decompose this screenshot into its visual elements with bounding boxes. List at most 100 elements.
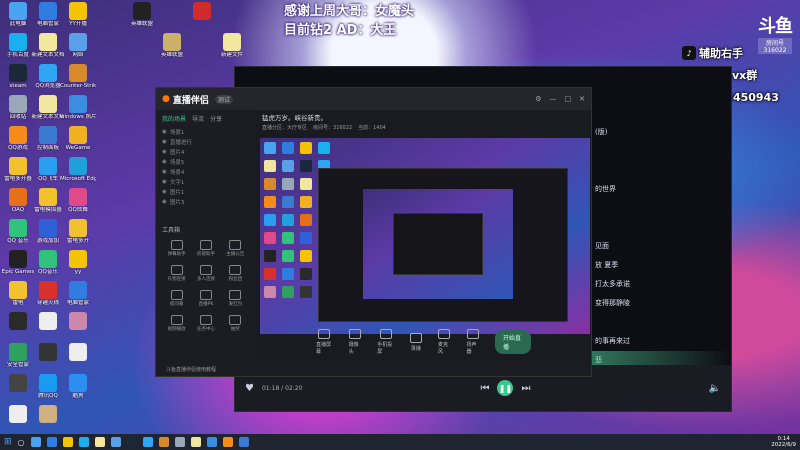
taskbar-app-icon[interactable]: [78, 437, 89, 447]
taskbar-app-icon[interactable]: [238, 437, 249, 447]
tool-item[interactable]: 直播PK: [191, 290, 220, 307]
meta-item: 房间号：316022: [313, 125, 353, 131]
tool-item[interactable]: 提问箱: [162, 290, 191, 307]
source-label: 录播: [410, 345, 421, 352]
scene-label: 图片3: [169, 200, 185, 206]
eye-icon[interactable]: ◉: [162, 129, 167, 135]
source-button[interactable]: 扬声器: [466, 329, 479, 355]
preview-icon: [300, 178, 312, 190]
tool-item[interactable]: 抽奖: [221, 315, 250, 332]
banner-line1: 感谢上周大哥：女魔头: [284, 4, 415, 19]
app-icon: [9, 343, 27, 361]
tool-item[interactable]: 主播公告: [221, 240, 250, 257]
app-icon: [39, 188, 57, 206]
scene-item[interactable]: ◉ 图片4: [162, 147, 250, 157]
app-icon: [69, 2, 87, 20]
taskbar-app-icon[interactable]: [174, 437, 185, 447]
close-icon[interactable]: ✕: [579, 95, 585, 103]
tool-item[interactable]: 发红包: [221, 290, 250, 307]
source-button[interactable]: 手机投屏: [377, 329, 394, 355]
app-icon: [69, 157, 87, 175]
taskbar-app-icon[interactable]: [110, 437, 121, 447]
start-stream-button[interactable]: 开始直播: [495, 330, 532, 354]
tool-item[interactable]: 视频播放: [162, 315, 191, 332]
scene-label: 直播进行: [169, 140, 192, 146]
tab-share[interactable]: 分享: [210, 114, 222, 123]
source-button[interactable]: 麦克风: [438, 329, 451, 355]
stream-preview[interactable]: [260, 138, 590, 334]
desktop-icon-label: WeGame: [65, 145, 91, 151]
tool-label: 发红包: [228, 302, 243, 307]
tab-scenes[interactable]: 我的场景: [162, 114, 186, 123]
tool-item[interactable]: 房管助手: [191, 240, 220, 257]
desktop-icon-label: 酷狗: [72, 393, 84, 399]
settings-icon[interactable]: ⚙: [535, 95, 541, 103]
tool-icon: [170, 315, 183, 325]
taskbar-app-icon[interactable]: [158, 437, 169, 447]
eye-icon[interactable]: ◉: [162, 149, 167, 155]
volume-icon[interactable]: 🔈: [709, 383, 721, 394]
app-brand: ● 直播伴侣: [162, 93, 209, 106]
tool-icon: [170, 240, 183, 250]
source-button[interactable]: 录播: [409, 332, 422, 352]
taskbar-app-icon[interactable]: [222, 437, 233, 447]
source-button[interactable]: 摄像头: [349, 329, 362, 355]
eye-icon[interactable]: ◉: [162, 139, 167, 145]
search-icon[interactable]: ○: [18, 438, 25, 447]
app-icon: [39, 281, 57, 299]
prev-icon[interactable]: ⏮: [480, 383, 489, 394]
scene-label: 场景1: [169, 130, 185, 136]
promo-text: 辅助右手: [699, 47, 743, 60]
version-badge: 测试: [214, 94, 233, 104]
taskbar-app-icon[interactable]: [46, 437, 57, 447]
scene-item[interactable]: ◉ 文字1: [162, 177, 250, 187]
tool-icon: [199, 240, 212, 250]
scene-item[interactable]: ◉ 图片3: [162, 197, 250, 207]
eye-icon[interactable]: ◉: [162, 189, 167, 195]
maximize-icon[interactable]: □: [565, 95, 572, 103]
scene-item[interactable]: ◉ 图片1: [162, 187, 250, 197]
eye-icon[interactable]: ◉: [162, 169, 167, 175]
pause-button[interactable]: ❚❚: [497, 380, 514, 396]
taskbar-app-icon[interactable]: [30, 437, 41, 447]
taskbar-app-icon[interactable]: [62, 437, 73, 447]
eye-icon[interactable]: ◉: [162, 199, 167, 205]
taskbar-app-icon[interactable]: [142, 437, 153, 447]
tool-item[interactable]: 弹幕助手: [162, 240, 191, 257]
clock-date: 2022/6/9: [771, 442, 796, 448]
tool-item[interactable]: 礼物连接: [162, 265, 191, 282]
app-icon: [69, 188, 87, 206]
preview-icon: [264, 250, 276, 262]
desktop-icon-label: Counter-Strike: [60, 83, 96, 89]
minimize-icon[interactable]: —: [550, 95, 557, 103]
scene-item[interactable]: ◉ 直播进行: [162, 137, 250, 147]
tool-item[interactable]: 多人连接: [191, 265, 220, 282]
source-icon: [438, 329, 451, 339]
scene-item[interactable]: ◉ 场景5: [162, 157, 250, 167]
desktop-icon-label: 网络: [72, 52, 84, 58]
tutorial-tip[interactable]: 斗鱼直播伴侣使用教程: [156, 362, 591, 376]
stream-companion-window[interactable]: ● 直播伴侣 测试 ⚙ — □ ✕ 我的场景 导流 分享 ◉ 场景1 ◉ 直播进行 ◉ 图…: [155, 87, 592, 377]
app-icon: [9, 281, 27, 299]
eye-icon[interactable]: ◉: [162, 179, 167, 185]
taskbar-app-icon[interactable]: [126, 437, 137, 447]
start-icon[interactable]: ⊞: [4, 437, 12, 447]
taskbar-app-icon[interactable]: [94, 437, 105, 447]
desktop-icon-label: 英雄联盟: [130, 21, 153, 27]
tab-guide[interactable]: 导流: [192, 114, 204, 123]
scene-item[interactable]: ◉ 场景1: [162, 127, 250, 137]
heart-icon[interactable]: ♥: [245, 383, 254, 394]
preview-icon: [264, 268, 276, 280]
lyric-line: [595, 165, 715, 184]
stream-title[interactable]: 猛虎万岁。峡谷新贵。: [262, 112, 585, 122]
eye-icon[interactable]: ◉: [162, 159, 167, 165]
preview-icon: [318, 142, 330, 154]
next-icon[interactable]: ⏭: [521, 383, 530, 394]
taskbar-app-icon[interactable]: [190, 437, 201, 447]
preview-icon: [282, 286, 294, 298]
tool-item[interactable]: 任务中心: [191, 315, 220, 332]
source-button[interactable]: 直播屏幕: [316, 329, 333, 355]
taskbar-app-icon[interactable]: [206, 437, 217, 447]
scene-item[interactable]: ◉ 场景4: [162, 167, 250, 177]
tool-item[interactable]: 粉丝团: [221, 265, 250, 282]
